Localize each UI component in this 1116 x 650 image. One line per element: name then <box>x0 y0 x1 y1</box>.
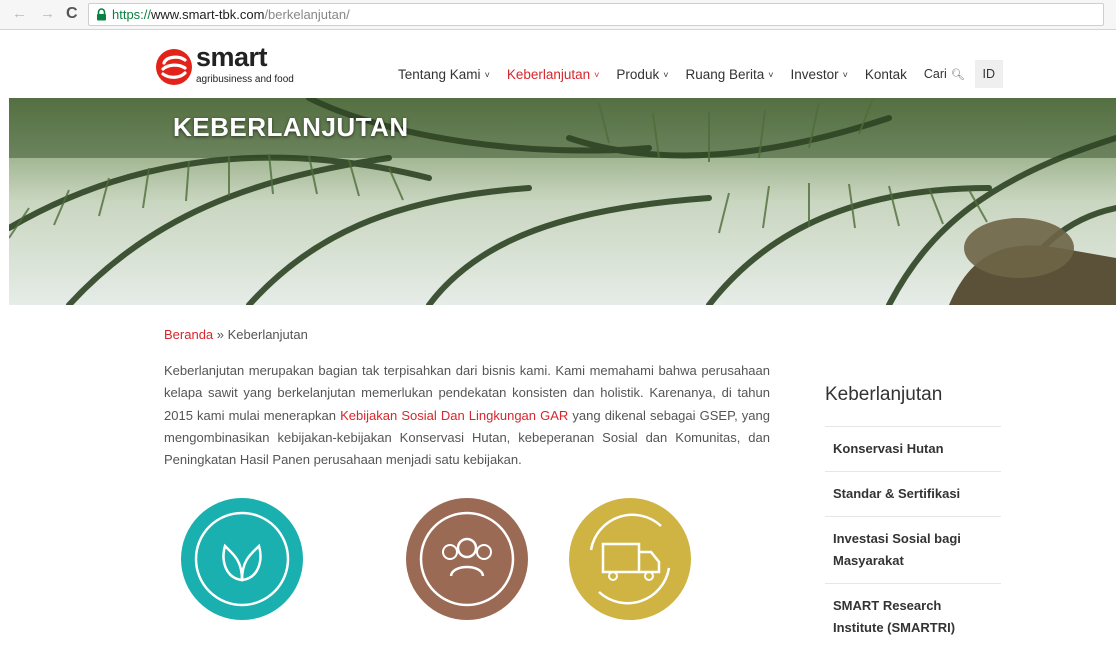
breadcrumb: Beranda » Keberlanjutan <box>164 327 308 342</box>
sidebar-item-standar-sertifikasi[interactable]: Standar & Sertifikasi <box>825 471 1001 516</box>
browser-toolbar: ← → C https://www.smart-tbk.com/berkelan… <box>0 0 1116 30</box>
menu-item-ruang-berita[interactable]: Ruang Berita ˅ <box>685 67 773 82</box>
lock-icon <box>97 8 106 21</box>
search-icon[interactable]: 🔍︎ <box>951 68 965 81</box>
menu-label: Ruang Berita <box>685 66 765 82</box>
menu-item-kontak[interactable]: Kontak <box>865 67 907 82</box>
sidebar-title: Keberlanjutan <box>825 384 943 405</box>
breadcrumb-current: Keberlanjutan <box>227 327 308 342</box>
chevron-down-icon: ˅ <box>842 69 848 80</box>
menu-label: Kontak <box>864 66 907 82</box>
sidebar-nav: Konservasi Hutan Standar & Sertifikasi I… <box>825 426 1001 650</box>
sidebar-item-konservasi-hutan[interactable]: Konservasi Hutan <box>825 426 1001 471</box>
forest-conservation-tile[interactable] <box>181 498 303 620</box>
reload-button[interactable]: C <box>66 6 78 22</box>
people-icon <box>419 511 515 607</box>
url-scheme: https:// <box>112 7 152 22</box>
truck-cycle-icon <box>589 513 671 605</box>
menu-label: Keberlanjutan <box>506 66 591 82</box>
language-switch[interactable]: ID <box>974 60 1003 88</box>
menu-item-keberlanjutan[interactable]: Keberlanjutan ˅ <box>507 67 600 82</box>
smart-logo-icon <box>156 49 192 85</box>
policy-link[interactable]: Kebijakan Sosial Dan Lingkungan GAR <box>340 408 568 423</box>
chevron-down-icon: ˅ <box>594 69 600 80</box>
sidebar-item-investasi-sosial[interactable]: Investasi Sosial bagi Masyarakat <box>825 516 1001 583</box>
sidebar-item-smartri[interactable]: SMART Research Institute (SMARTRI) <box>825 583 1001 650</box>
menu-label: Investor <box>790 66 839 82</box>
leaf-icon <box>194 511 290 607</box>
logo-wordmark: smart <box>196 42 268 72</box>
menu-item-investor[interactable]: Investor ˅ <box>791 67 848 82</box>
breadcrumb-home-link[interactable]: Beranda <box>164 327 213 342</box>
search-button[interactable]: Cari <box>924 67 947 81</box>
site-logo[interactable]: smart agribusiness and food <box>156 42 306 89</box>
chevron-down-icon: ˅ <box>484 69 490 80</box>
address-bar[interactable]: https://www.smart-tbk.com/berkelanjutan/ <box>88 3 1104 26</box>
chevron-down-icon: ˅ <box>663 69 669 80</box>
url-path: /berkelanjutan/ <box>264 7 350 22</box>
url-host: www.smart-tbk.com <box>151 7 265 22</box>
menu-item-tentang-kami[interactable]: Tentang Kami ˅ <box>398 67 490 82</box>
forward-button[interactable]: → <box>40 6 55 22</box>
intro-paragraph: Keberlanjutan merupakan bagian tak terpi… <box>164 360 770 471</box>
logo-tagline: agribusiness and food <box>196 74 294 85</box>
menu-label: Tentang Kami <box>398 66 481 82</box>
chevron-down-icon: ˅ <box>768 69 774 80</box>
hero-banner: KEBERLANJUTAN <box>9 98 1116 305</box>
menu-item-produk[interactable]: Produk ˅ <box>616 67 668 82</box>
social-community-tile[interactable] <box>406 498 528 620</box>
main-menu: Tentang Kami ˅ Keberlanjutan ˅ Produk ˅ Rua… <box>398 60 1003 88</box>
menu-label: Produk <box>616 66 660 82</box>
breadcrumb-separator: » <box>213 327 228 342</box>
back-button[interactable]: ← <box>12 6 27 22</box>
supply-chain-tile[interactable] <box>569 498 691 620</box>
url-text: https://www.smart-tbk.com/berkelanjutan/ <box>112 7 350 22</box>
hero-title: KEBERLANJUTAN <box>173 112 409 142</box>
